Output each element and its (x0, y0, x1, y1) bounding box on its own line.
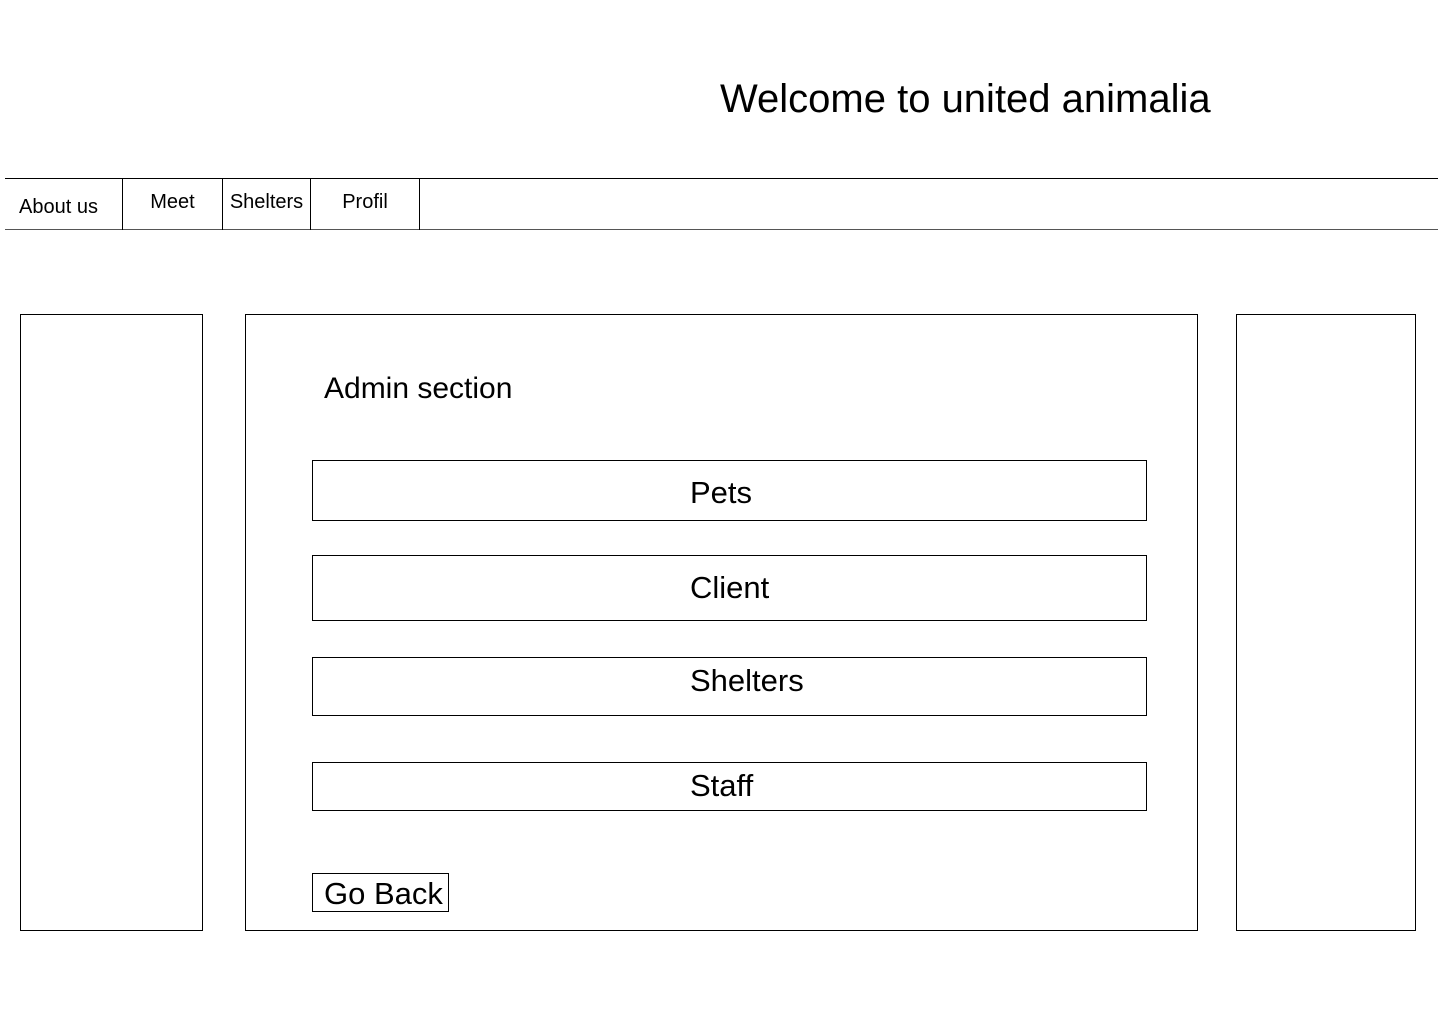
staff-button-label: Staff (690, 768, 754, 803)
pets-button[interactable]: Pets (312, 460, 1147, 521)
nav-item-meet[interactable]: Meet (123, 179, 223, 230)
client-button[interactable]: Client (312, 555, 1147, 621)
nav-item-label: Meet (150, 191, 195, 213)
shelters-button[interactable]: Shelters (312, 657, 1147, 716)
shelters-button-label: Shelters (690, 663, 804, 698)
nav-item-profil[interactable]: Profil (311, 179, 420, 230)
top-nav-bar: About us Meet Shelters Profil (5, 178, 1438, 230)
left-side-panel (20, 314, 203, 931)
nav-item-label: Profil (342, 191, 388, 213)
nav-item-label: About us (19, 196, 98, 218)
client-button-label: Client (690, 570, 770, 605)
admin-section-title: Admin section (324, 372, 513, 405)
staff-button[interactable]: Staff (312, 762, 1147, 811)
right-side-panel (1236, 314, 1416, 931)
go-back-label: Go Back (324, 876, 443, 911)
admin-panel: Admin section Pets Client Shelters Staff… (245, 314, 1198, 931)
pets-button-label: Pets (690, 475, 753, 510)
nav-item-shelters[interactable]: Shelters (223, 179, 311, 230)
nav-item-label: Shelters (229, 191, 304, 213)
nav-item-about-us[interactable]: About us (5, 179, 123, 230)
site-title: Welcome to united animalia (720, 77, 1211, 121)
go-back-button[interactable]: Go Back (312, 873, 449, 912)
